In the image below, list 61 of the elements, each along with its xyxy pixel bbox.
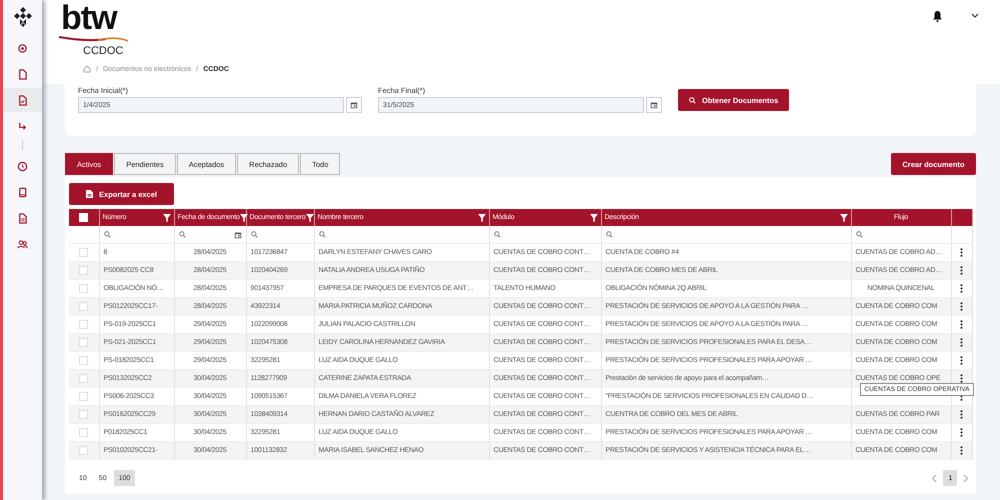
calendar-icon[interactable] (350, 101, 358, 109)
row-checkbox[interactable] (79, 338, 88, 347)
document-icon (86, 190, 94, 198)
row-checkbox[interactable] (79, 428, 88, 437)
row-checkbox[interactable] (79, 284, 88, 293)
more-options-icon[interactable] (960, 284, 963, 293)
search-icon (494, 231, 500, 238)
swoosh-drawing (58, 36, 130, 42)
row-checkbox[interactable] (79, 248, 88, 257)
calendar-icon[interactable] (650, 101, 658, 109)
return-arrow-icon (17, 120, 28, 132)
document-icon (17, 212, 28, 224)
more-options-icon[interactable] (960, 302, 963, 311)
row-checkbox[interactable] (79, 410, 88, 419)
clock-icon (17, 160, 28, 172)
filter-field[interactable] (178, 230, 242, 238)
select-all-checkbox[interactable] (79, 213, 88, 222)
search-icon (104, 231, 110, 238)
row-checkbox[interactable] (79, 266, 88, 275)
row-checkbox[interactable] (79, 356, 88, 365)
search-icon (178, 231, 186, 238)
row-checkbox[interactable] (79, 446, 88, 455)
more-options-icon[interactable] (960, 248, 963, 257)
logo: btw (60, 0, 118, 36)
search-icon (318, 231, 326, 238)
filter-icon[interactable] (590, 214, 598, 222)
bell-icon[interactable] (932, 10, 942, 22)
search-icon (606, 231, 612, 238)
more-options-icon[interactable] (960, 374, 963, 383)
calendar-button[interactable] (646, 97, 662, 113)
document-icon (17, 94, 28, 106)
more-options-icon[interactable] (960, 410, 963, 419)
row-checkbox[interactable] (79, 374, 88, 383)
gear-icon (17, 42, 28, 54)
more-options-icon[interactable] (960, 446, 963, 455)
filter-icon[interactable] (240, 214, 248, 222)
filter-icon[interactable] (162, 214, 170, 222)
sidebar-item[interactable] (3, 88, 42, 112)
row-checkbox[interactable] (79, 392, 88, 401)
page-title: CCDOC (82, 45, 124, 57)
calendar-icon[interactable] (234, 230, 242, 238)
calendar-button[interactable] (346, 97, 362, 113)
filter-icon[interactable] (840, 214, 848, 222)
search-icon (856, 231, 862, 238)
filter-icon[interactable] (306, 214, 314, 222)
users-icon (17, 238, 28, 250)
search-icon (250, 231, 258, 238)
search-icon (689, 96, 696, 104)
more-options-icon[interactable] (960, 320, 963, 329)
logo-icon (12, 6, 34, 28)
filter-icon[interactable] (478, 214, 486, 222)
caret-icon[interactable] (970, 13, 978, 19)
more-options-icon[interactable] (960, 356, 963, 365)
book-icon (17, 186, 28, 198)
more-options-icon[interactable] (960, 338, 963, 347)
row-checkbox[interactable] (79, 302, 88, 311)
document-icon (17, 68, 28, 80)
home-icon[interactable] (83, 65, 91, 73)
more-options-icon[interactable] (960, 266, 963, 275)
row-checkbox[interactable] (79, 320, 88, 329)
more-options-icon[interactable] (960, 428, 963, 437)
